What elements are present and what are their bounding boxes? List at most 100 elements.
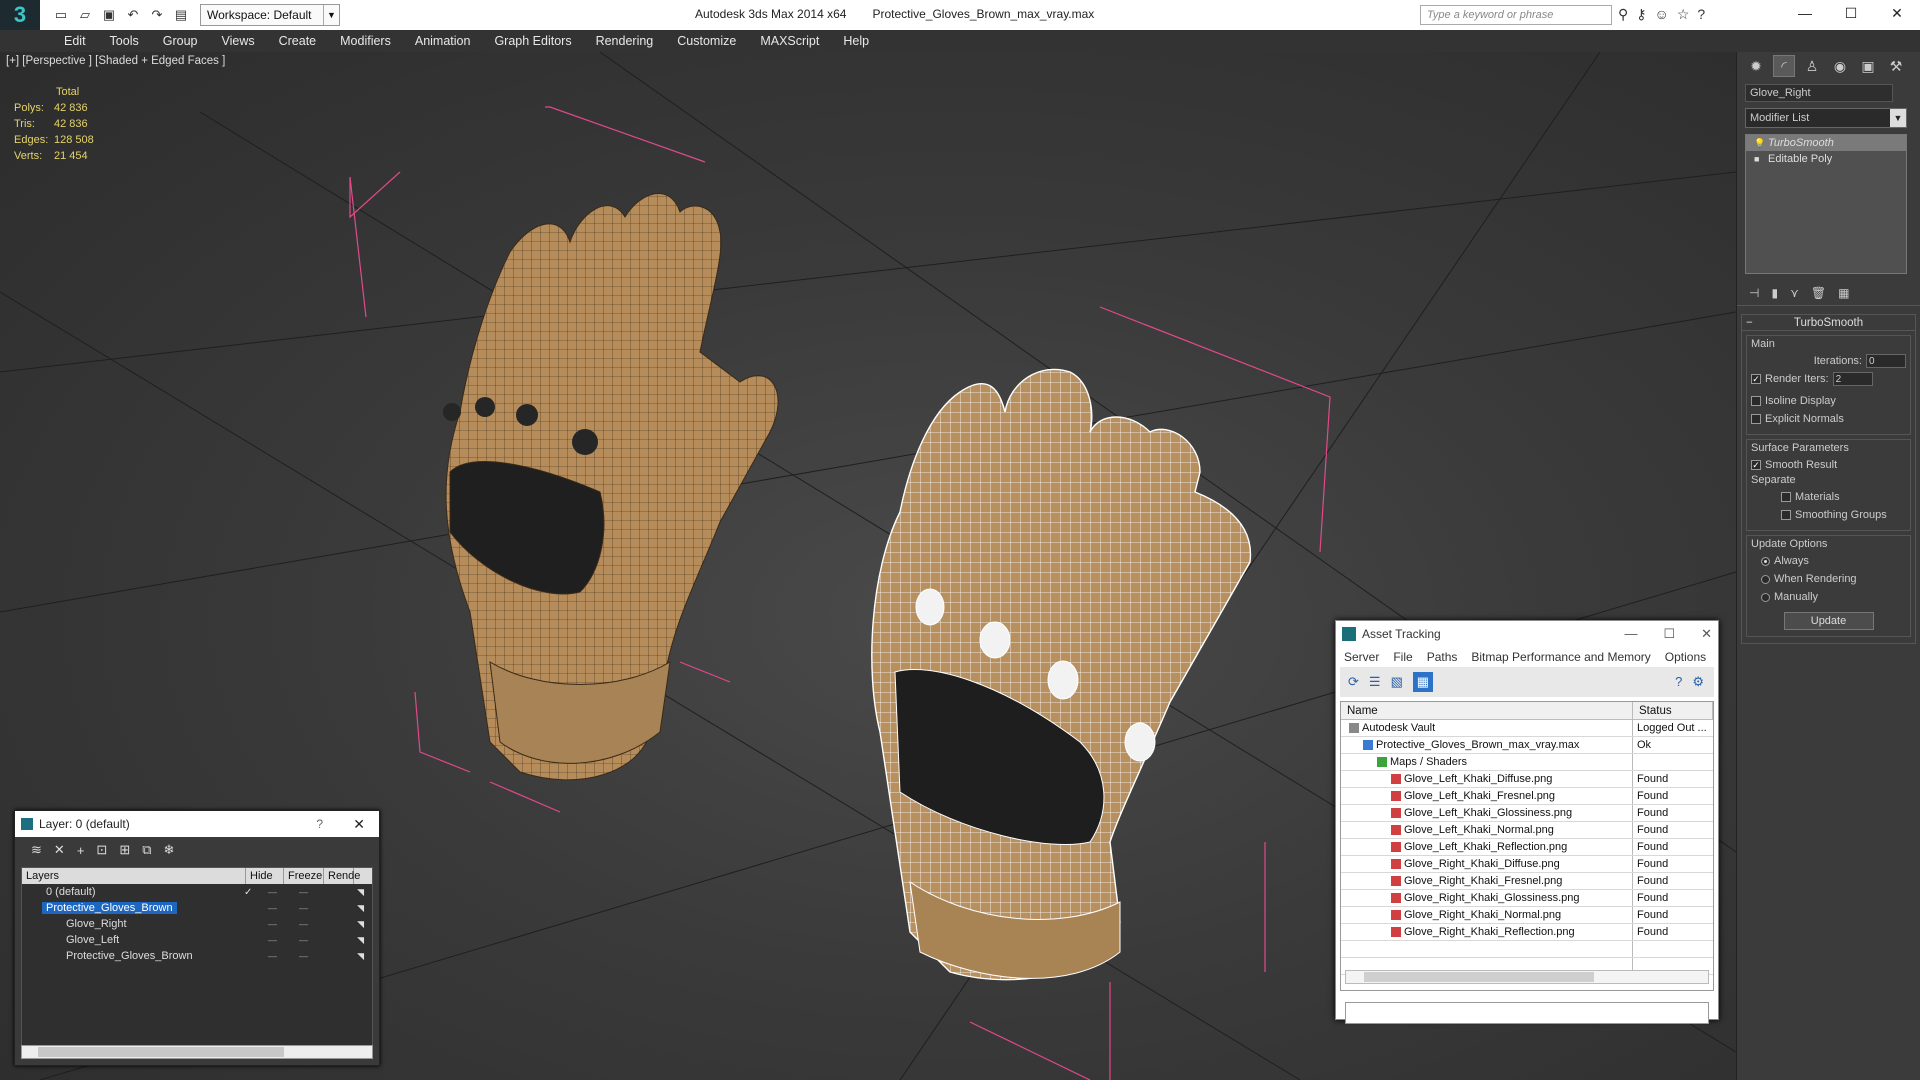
app-logo-button[interactable]: 3 bbox=[0, 0, 40, 30]
menu-animation[interactable]: Animation bbox=[403, 34, 483, 48]
asset-row[interactable]: Maps / Shaders bbox=[1341, 754, 1713, 771]
highlight-layer-icon[interactable]: ⊞ bbox=[119, 842, 130, 858]
sign-in-icon[interactable]: ☺ bbox=[1655, 6, 1669, 23]
asset-row[interactable]: Glove_Right_Khaki_Normal.png Found bbox=[1341, 907, 1713, 924]
rollout-header[interactable]: − TurboSmooth bbox=[1742, 315, 1915, 331]
stack-item-editable-poly[interactable]: ■ Editable Poly bbox=[1746, 151, 1906, 167]
utilities-tab-icon[interactable]: ⚒ bbox=[1885, 55, 1907, 77]
horizontal-scrollbar[interactable] bbox=[21, 1045, 373, 1059]
when-rendering-radio[interactable] bbox=[1761, 574, 1770, 584]
modifier-stack[interactable]: 💡 TurboSmooth ■ Editable Poly bbox=[1745, 134, 1907, 274]
asset-row[interactable]: Glove_Left_Khaki_Diffuse.png Found bbox=[1341, 771, 1713, 788]
menu-create[interactable]: Create bbox=[267, 34, 329, 48]
expand-icon[interactable]: ■ bbox=[1754, 154, 1759, 164]
maximize-button[interactable]: ☐ bbox=[1663, 626, 1675, 642]
render-icon[interactable]: ◥ bbox=[357, 887, 364, 898]
menu-views[interactable]: Views bbox=[209, 34, 266, 48]
binoculars-icon[interactable]: ⚲ bbox=[1618, 6, 1628, 23]
col-status[interactable]: Status bbox=[1633, 702, 1713, 719]
asset-row[interactable]: Glove_Right_Khaki_Fresnel.png Found bbox=[1341, 873, 1713, 890]
menu-tools[interactable]: Tools bbox=[98, 34, 151, 48]
menu-help[interactable]: Help bbox=[831, 34, 881, 48]
menu-edit[interactable]: Edit bbox=[52, 34, 98, 48]
maximize-button[interactable]: ☐ bbox=[1828, 0, 1874, 26]
refresh-icon[interactable]: ⟳ bbox=[1348, 674, 1359, 690]
asset-row[interactable]: Glove_Left_Khaki_Fresnel.png Found bbox=[1341, 788, 1713, 805]
key-icon[interactable]: ⚷ bbox=[1636, 6, 1646, 23]
thumbnail-view-icon[interactable]: ▧ bbox=[1391, 674, 1403, 690]
select-objects-icon[interactable]: ⊡ bbox=[96, 842, 107, 858]
help-button[interactable]: ? bbox=[316, 817, 323, 831]
redo-icon[interactable]: ↷ bbox=[148, 6, 166, 24]
workspace-dropdown[interactable]: Workspace: Default ▼ bbox=[200, 4, 340, 26]
col-layers[interactable]: Layers bbox=[22, 868, 246, 884]
create-layer-icon[interactable]: ≋ bbox=[31, 842, 42, 858]
asset-tracking-titlebar[interactable]: Asset Tracking — ☐ ✕ bbox=[1336, 621, 1718, 647]
render-icon[interactable]: ◥ bbox=[357, 951, 364, 962]
layer-row[interactable]: Glove_Left — — ◥ bbox=[22, 932, 372, 948]
col-freeze[interactable]: Freeze bbox=[284, 868, 324, 884]
asset-row[interactable]: Glove_Left_Khaki_Glossiness.png Found bbox=[1341, 805, 1713, 822]
menu-bitmap-performance[interactable]: Bitmap Performance and Memory bbox=[1471, 650, 1650, 664]
hide-all-icon[interactable]: ⧉ bbox=[142, 842, 151, 858]
configure-sets-icon[interactable]: ▦ bbox=[1838, 286, 1849, 300]
settings-icon[interactable]: ⚙ bbox=[1692, 674, 1704, 690]
iterations-spinner[interactable]: 0 bbox=[1866, 354, 1906, 368]
close-button[interactable]: ✕ bbox=[1874, 0, 1920, 26]
menu-modifiers[interactable]: Modifiers bbox=[328, 34, 403, 48]
create-tab-icon[interactable]: ✹ bbox=[1745, 55, 1767, 77]
display-tab-icon[interactable]: ▣ bbox=[1857, 55, 1879, 77]
render-icon[interactable]: ◥ bbox=[357, 903, 364, 914]
asset-row[interactable]: Glove_Left_Khaki_Normal.png Found bbox=[1341, 822, 1713, 839]
layer-row[interactable]: Glove_Right — — ◥ bbox=[22, 916, 372, 932]
modifier-list-dropdown[interactable]: Modifier List ▼ bbox=[1745, 108, 1907, 128]
minimize-button[interactable]: — bbox=[1782, 0, 1828, 26]
scrollbar-thumb[interactable] bbox=[38, 1047, 284, 1057]
motion-tab-icon[interactable]: ◉ bbox=[1829, 55, 1851, 77]
menu-rendering[interactable]: Rendering bbox=[584, 34, 666, 48]
horizontal-scrollbar[interactable] bbox=[1345, 970, 1709, 984]
undo-icon[interactable]: ↶ bbox=[124, 6, 142, 24]
project-folder-icon[interactable]: ▤ bbox=[172, 6, 190, 24]
render-iters-spinner[interactable]: 2 bbox=[1832, 372, 1873, 386]
close-button[interactable]: ✕ bbox=[353, 816, 365, 833]
asset-row[interactable]: Glove_Right_Khaki_Glossiness.png Found bbox=[1341, 890, 1713, 907]
manually-radio[interactable] bbox=[1761, 592, 1770, 602]
lightbulb-icon[interactable]: 💡 bbox=[1754, 138, 1765, 149]
menu-server[interactable]: Server bbox=[1344, 650, 1379, 664]
new-file-icon[interactable]: ▭ bbox=[52, 6, 70, 24]
hierarchy-tab-icon[interactable]: ♙ bbox=[1801, 55, 1823, 77]
object-name-field[interactable]: Glove_Right bbox=[1745, 84, 1893, 102]
menu-file[interactable]: File bbox=[1393, 650, 1412, 664]
layer-window-titlebar[interactable]: Layer: 0 (default) ? ✕ bbox=[15, 811, 379, 837]
layer-row[interactable]: Protective_Gloves_Brown — — ◥ bbox=[22, 900, 372, 916]
help-icon[interactable]: ? bbox=[1675, 674, 1682, 690]
help-icon[interactable]: ? bbox=[1697, 6, 1705, 23]
smooth-result-checkbox[interactable]: ✓ bbox=[1751, 460, 1761, 470]
col-render[interactable]: Rende bbox=[324, 868, 360, 884]
close-button[interactable]: ✕ bbox=[1701, 626, 1712, 642]
menu-paths[interactable]: Paths bbox=[1427, 650, 1458, 664]
pin-stack-icon[interactable]: ⊣ bbox=[1749, 286, 1759, 300]
materials-checkbox[interactable] bbox=[1781, 492, 1791, 502]
layer-row[interactable]: Protective_Gloves_Brown — — ◥ bbox=[22, 948, 372, 964]
asset-row[interactable]: Glove_Right_Khaki_Reflection.png Found bbox=[1341, 924, 1713, 941]
asset-row[interactable]: Glove_Right_Khaki_Diffuse.png Found bbox=[1341, 856, 1713, 873]
add-to-layer-icon[interactable]: + bbox=[77, 843, 85, 858]
update-button[interactable]: Update bbox=[1783, 612, 1874, 630]
menu-graph-editors[interactable]: Graph Editors bbox=[482, 34, 583, 48]
modify-tab-icon[interactable]: ◜ bbox=[1773, 55, 1795, 77]
search-input[interactable]: Type a keyword or phrase bbox=[1420, 5, 1612, 25]
delete-layer-icon[interactable]: ✕ bbox=[54, 842, 65, 858]
smoothing-groups-checkbox[interactable] bbox=[1781, 510, 1791, 520]
open-file-icon[interactable]: ▱ bbox=[76, 6, 94, 24]
freeze-all-icon[interactable]: ❄ bbox=[164, 842, 175, 858]
menu-customize[interactable]: Customize bbox=[665, 34, 748, 48]
minimize-button[interactable]: — bbox=[1624, 626, 1637, 642]
remove-modifier-icon[interactable]: 🗑 bbox=[1811, 286, 1826, 300]
render-icon[interactable]: ◥ bbox=[357, 935, 364, 946]
explicit-normals-checkbox[interactable] bbox=[1751, 414, 1761, 424]
favorites-star-icon[interactable]: ☆ bbox=[1677, 6, 1690, 23]
col-name[interactable]: Name bbox=[1341, 702, 1633, 719]
menu-group[interactable]: Group bbox=[151, 34, 210, 48]
